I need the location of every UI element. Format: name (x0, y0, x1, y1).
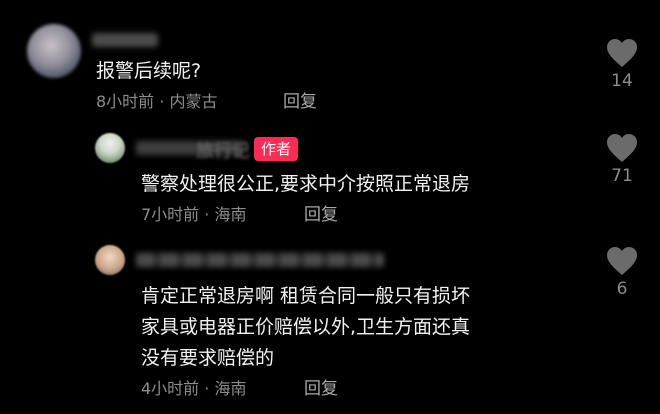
heart-icon (607, 134, 637, 162)
like-count: 6 (616, 279, 628, 299)
comment-line: 没有要求赔偿的 (141, 347, 275, 369)
author-badge: 作者 (254, 137, 299, 161)
heart-icon (607, 39, 637, 67)
comment-text: 警察处理很公正,要求中介按照正常退房 (141, 173, 471, 195)
username-tail[interactable]: 旅行记 (196, 137, 250, 163)
comment-meta: 7小时前 · 海南 (141, 205, 247, 224)
like-count: 14 (611, 71, 633, 91)
avatar[interactable] (95, 245, 125, 275)
avatar[interactable] (27, 24, 81, 78)
heart-icon (607, 247, 637, 275)
reply-button[interactable]: 回复 (304, 204, 338, 226)
comment-text: 肯定正常退房啊 租赁合同一般只有损坏 家具或电器正价赔偿以外,卫生方面还真 没有… (141, 281, 470, 374)
like-count: 71 (611, 166, 633, 186)
like-button[interactable]: 6 (598, 246, 646, 299)
comment-list: 报警后续呢? 8小时前 · 内蒙古 回复 14 旅行记 作者 警察处理很公正,要… (0, 0, 660, 414)
reply-button[interactable]: 回复 (283, 91, 317, 113)
like-button[interactable]: 71 (598, 133, 646, 186)
comment-line: 肯定正常退房啊 租赁合同一般只有损坏 (141, 285, 471, 307)
avatar[interactable] (95, 133, 125, 163)
comment-meta: 8小时前 · 内蒙古 (96, 92, 218, 111)
comment-meta: 4小时前 · 海南 (141, 379, 247, 398)
like-button[interactable]: 14 (598, 38, 646, 91)
comment-line: 家具或电器正价赔偿以外,卫生方面还真 (141, 316, 471, 338)
comment-text: 报警后续呢? (96, 60, 202, 82)
reply-button[interactable]: 回复 (304, 378, 338, 400)
username-blurred[interactable] (136, 253, 384, 267)
username-blurred[interactable] (92, 33, 158, 47)
